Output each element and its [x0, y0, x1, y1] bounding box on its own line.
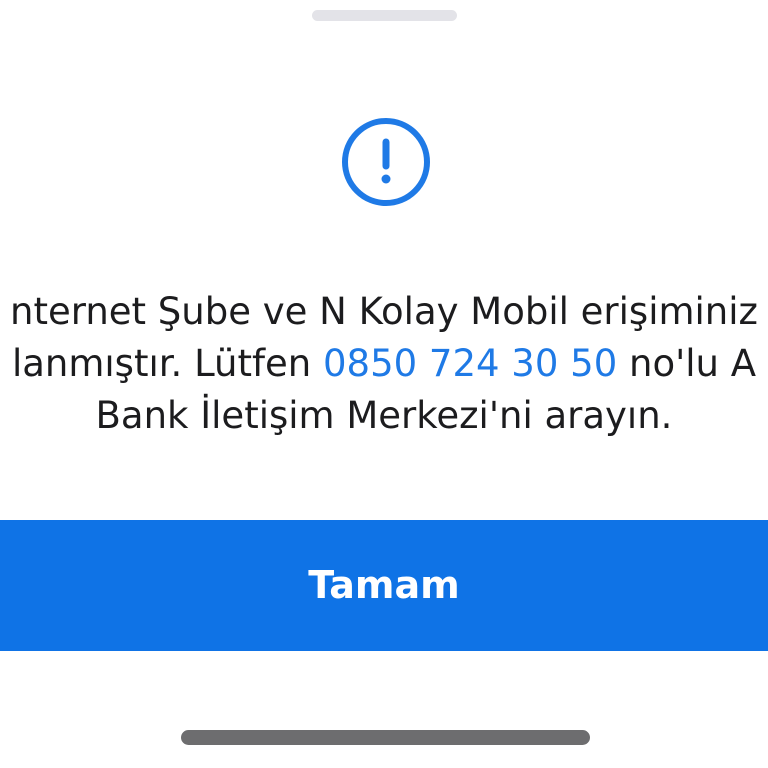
message-line-2-start: lanmıştır. Lütfen: [11, 342, 323, 385]
exclamation-circle-icon: [342, 118, 430, 206]
message-line-2-end: no'lu A: [617, 342, 757, 385]
sheet-grabber-handle[interactable]: [312, 10, 457, 21]
message-line-3: Bank İletişim Merkezi'ni arayın.: [95, 394, 673, 437]
message-line-1: nternet Şube ve N Kolay Mobil erişiminiz: [10, 290, 758, 333]
ok-button[interactable]: Tamam: [0, 520, 768, 651]
contact-phone-number[interactable]: 0850 724 30 50: [323, 342, 617, 385]
alert-sheet: nternet Şube ve N Kolay Mobil erişiminiz…: [0, 0, 768, 768]
alert-message: nternet Şube ve N Kolay Mobil erişiminiz…: [0, 286, 768, 446]
home-indicator[interactable]: [181, 730, 590, 745]
message-line-2: lanmıştır. Lütfen 0850 724 30 50 no'lu A: [0, 338, 768, 390]
